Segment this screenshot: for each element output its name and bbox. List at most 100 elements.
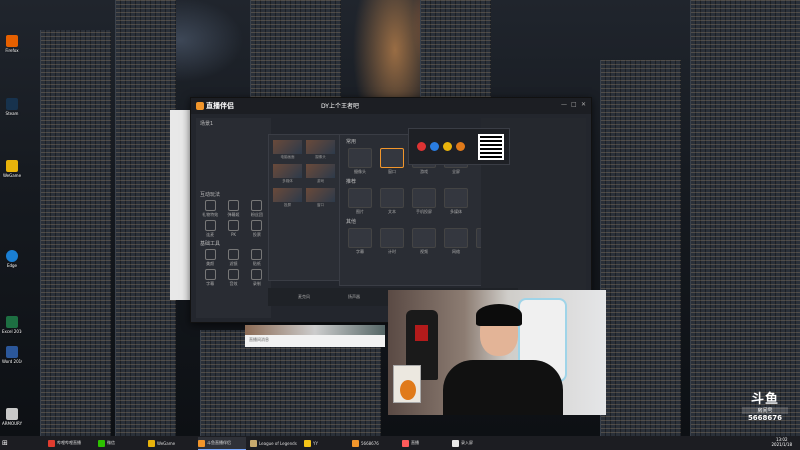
tool-button[interactable]: PK (222, 220, 244, 238)
template-item[interactable]: 窗口 (306, 188, 335, 208)
taskbar-item[interactable]: 直播 (402, 437, 448, 449)
notification-popup[interactable]: 直播间消息 (245, 325, 385, 347)
video-icon (412, 228, 436, 248)
chat-icon (227, 200, 239, 211)
scene-label[interactable]: 场景1 (200, 120, 267, 127)
link-icon[interactable] (456, 142, 465, 151)
filter-icon (227, 249, 239, 260)
section-title: 互动玩法 (200, 192, 221, 198)
source-button[interactable]: 窗口 (380, 148, 404, 175)
title-bar[interactable]: 直播伴侣 DY上个王者吧 — □ ✕ (191, 98, 591, 114)
desktop-icon[interactable]: Word 2016 (2, 346, 22, 364)
streamer-body (443, 360, 563, 415)
building (690, 0, 800, 436)
yy-icon (304, 439, 311, 447)
tool-button[interactable]: 礼物特效 (199, 200, 221, 218)
close-button[interactable]: ✕ (581, 101, 586, 108)
window-icon (380, 148, 404, 168)
room-number: 5668676 (747, 414, 783, 422)
tool-button[interactable]: 滤镜 (222, 249, 244, 267)
armoury-crate-icon (6, 408, 18, 420)
source-button[interactable]: 网络 (444, 228, 468, 255)
minimize-button[interactable]: — (561, 101, 567, 108)
desktop-icon[interactable]: Steam (2, 98, 22, 116)
caption-icon (348, 228, 372, 248)
template-thumbnail (273, 140, 302, 154)
tool-button[interactable]: 录制 (246, 269, 268, 287)
template-item[interactable]: 游戏 (306, 164, 335, 184)
template-item[interactable]: 投屏 (273, 188, 302, 208)
network-icon (444, 228, 468, 248)
source-button[interactable]: 计时 (380, 228, 404, 255)
record-icon (251, 269, 263, 280)
template-thumbnail (306, 164, 335, 178)
source-button[interactable]: 手机投屏 (412, 188, 436, 215)
word-icon (6, 346, 18, 358)
desktop-icon[interactable]: Edge (2, 250, 22, 268)
streamer-name: DY上个王者吧 (321, 103, 359, 110)
desktop-icon[interactable]: Firefox (2, 35, 22, 53)
template-item[interactable]: 摄像头 (306, 140, 335, 160)
source-button[interactable]: 图片 (348, 188, 372, 215)
start-button[interactable]: ⊞ (2, 437, 12, 449)
weibo-icon[interactable] (417, 142, 426, 151)
desktop-icon[interactable]: WeGame (2, 160, 22, 178)
taskbar-item-active[interactable]: 斗鱼直播伴侣 (198, 437, 246, 450)
source-button[interactable]: 视频 (412, 228, 436, 255)
app-icon (452, 439, 459, 447)
sound-icon (227, 269, 239, 280)
star-icon[interactable] (443, 142, 452, 151)
windows-icon: ⊞ (2, 439, 8, 447)
source-button[interactable]: 摄像头 (348, 148, 372, 175)
taskbar-item[interactable]: 录入屏 (452, 437, 498, 449)
source-button[interactable]: 文本 (380, 188, 404, 215)
wechat-icon (98, 439, 105, 447)
douyu-watermark: 斗鱼 房间号 5668676 (742, 388, 788, 422)
building (420, 0, 491, 100)
tool-button[interactable]: 投票 (246, 220, 268, 238)
media-icon (444, 188, 468, 208)
wegame-icon (6, 160, 18, 172)
template-item[interactable]: 多媒体 (273, 164, 302, 184)
source-button[interactable]: 字幕 (348, 228, 372, 255)
plush-toy (400, 380, 416, 400)
system-clock[interactable]: 13:02 2021/1/18 (771, 437, 792, 447)
tool-button[interactable]: 美颜 (199, 249, 221, 267)
tool-button[interactable]: 字幕 (199, 269, 221, 287)
background-window[interactable] (170, 110, 190, 300)
wegame-icon (148, 439, 155, 447)
sticker-icon (251, 249, 263, 260)
tool-button[interactable]: 贴纸 (246, 249, 268, 267)
microphone-label[interactable]: 麦克风 (298, 294, 310, 300)
taskbar-item[interactable]: YY (304, 437, 348, 449)
qr-popup (408, 128, 510, 165)
source-button[interactable]: 多媒体 (444, 188, 468, 215)
tool-button[interactable]: 音效 (222, 269, 244, 287)
desktop-icon[interactable]: ARMOURY CRATE (2, 408, 22, 426)
fan-icon (251, 200, 263, 211)
taskbar-item[interactable]: 微信 (98, 437, 144, 449)
tool-button[interactable]: 连麦 (199, 220, 221, 238)
building (250, 0, 341, 100)
taskbar-item[interactable]: 5668676 (352, 437, 398, 449)
steam-icon (6, 98, 18, 110)
app-icon (198, 439, 205, 447)
speaker-label[interactable]: 扬声器 (348, 294, 360, 300)
taskbar-item[interactable]: League of Legends (250, 437, 300, 449)
tool-button[interactable]: 粉丝团 (246, 200, 268, 218)
qq-icon[interactable] (430, 142, 439, 151)
tool-grid: 美颜 滤镜 贴纸 字幕 音效 录制 (199, 249, 268, 287)
template-thumbnail (306, 140, 335, 154)
taskbar-item[interactable]: 哔哩哔哩直播 (48, 437, 96, 449)
camera-icon (348, 148, 372, 168)
taskbar-item[interactable]: WeGame (148, 437, 194, 449)
template-grid: 电脑画面 摄像头 多媒体 游戏 投屏 窗口 (273, 140, 335, 208)
maximize-button[interactable]: □ (571, 101, 577, 108)
app-icon (48, 439, 55, 447)
template-item[interactable]: 电脑画面 (273, 140, 302, 160)
excel-icon (6, 316, 18, 328)
tool-button[interactable]: 弹幕姬 (222, 200, 244, 218)
desktop-icon[interactable]: Excel 2016 (2, 316, 22, 334)
room-label: 房间号 (742, 407, 788, 414)
douyu-logo: 斗鱼 (750, 392, 779, 407)
